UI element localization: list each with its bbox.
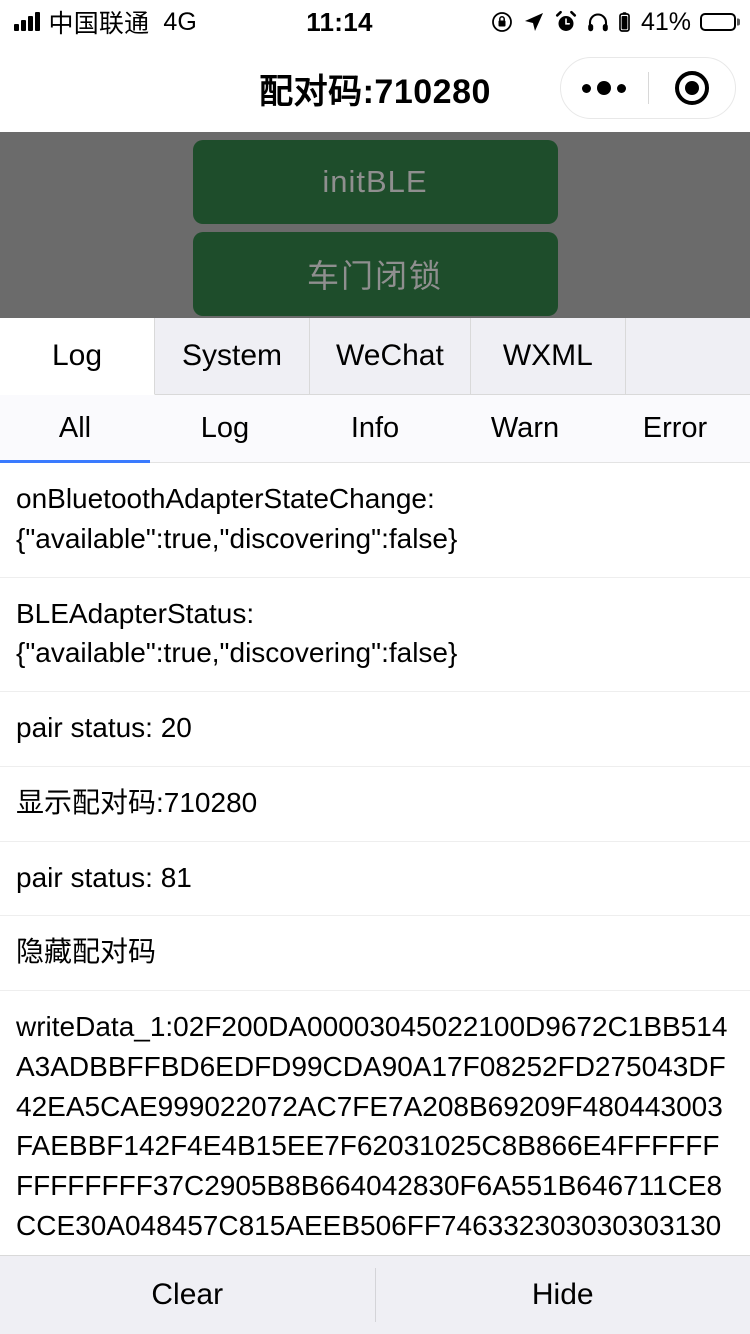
- tab-log[interactable]: Log: [0, 318, 155, 395]
- tab-system[interactable]: System: [155, 318, 310, 394]
- filter-log[interactable]: Log: [150, 395, 300, 462]
- tab-wxml[interactable]: WXML: [471, 318, 626, 394]
- app-root: 中国联通 4G 11:14 41% 配对码: [0, 0, 750, 1334]
- status-bar: 中国联通 4G 11:14 41%: [0, 0, 750, 44]
- close-miniprogram-button[interactable]: [649, 71, 736, 105]
- status-bar-center: 11:14: [197, 7, 490, 38]
- log-row: writeData_1:02F200DA00003045022100D9672C…: [0, 991, 750, 1255]
- vconsole-filter-bar: All Log Info Warn Error: [0, 395, 750, 463]
- log-row: onBluetoothAdapterStateChange: {"availab…: [0, 463, 750, 578]
- log-row: 显示配对码:710280: [0, 767, 750, 842]
- headphones-icon: [586, 10, 610, 34]
- vconsole-panel: Log System WeChat WXML All Log Info Warn…: [0, 318, 750, 1334]
- log-row: pair status: 81: [0, 842, 750, 917]
- log-row: pair status: 20: [0, 692, 750, 767]
- battery-icon: [700, 13, 736, 31]
- tab-bar-filler: [626, 318, 750, 394]
- log-row: BLEAdapterStatus: {"available":true,"dis…: [0, 578, 750, 693]
- vconsole-footer: Clear Hide: [0, 1255, 750, 1334]
- location-arrow-icon: [522, 10, 546, 34]
- battery-percent-label: 41%: [641, 8, 691, 37]
- miniprogram-page: initBLE 车门闭锁: [0, 132, 750, 318]
- tab-wechat[interactable]: WeChat: [310, 318, 471, 394]
- clock-label: 11:14: [306, 7, 373, 38]
- nav-bar: 配对码:710280: [0, 44, 750, 132]
- filter-info[interactable]: Info: [300, 395, 450, 462]
- rotation-lock-icon: [490, 10, 514, 34]
- more-menu-button[interactable]: [561, 81, 648, 95]
- small-battery-icon: [618, 10, 631, 34]
- target-circle-icon: [675, 71, 709, 105]
- clear-button[interactable]: Clear: [0, 1256, 375, 1334]
- log-row: 隐藏配对码: [0, 916, 750, 991]
- vconsole-log-list[interactable]: onBluetoothAdapterStateChange: {"availab…: [0, 463, 750, 1255]
- vconsole-tab-bar: Log System WeChat WXML: [0, 318, 750, 395]
- hide-button[interactable]: Hide: [376, 1256, 750, 1334]
- door-lock-button[interactable]: 车门闭锁: [193, 232, 558, 316]
- status-bar-right: 41%: [490, 8, 736, 37]
- filter-all[interactable]: All: [0, 395, 150, 462]
- alarm-clock-icon: [554, 10, 578, 34]
- status-bar-left: 中国联通 4G: [14, 4, 197, 40]
- page-title: 配对码:710280: [259, 64, 491, 113]
- filter-error[interactable]: Error: [600, 395, 750, 462]
- filter-warn[interactable]: Warn: [450, 395, 600, 462]
- init-ble-button[interactable]: initBLE: [193, 140, 558, 224]
- carrier-label: 中国联通: [49, 4, 150, 40]
- signal-bars-icon: [14, 13, 40, 31]
- more-dots-icon: [582, 81, 626, 95]
- wechat-capsule-button[interactable]: [560, 57, 736, 119]
- network-type-label: 4G: [163, 8, 197, 37]
